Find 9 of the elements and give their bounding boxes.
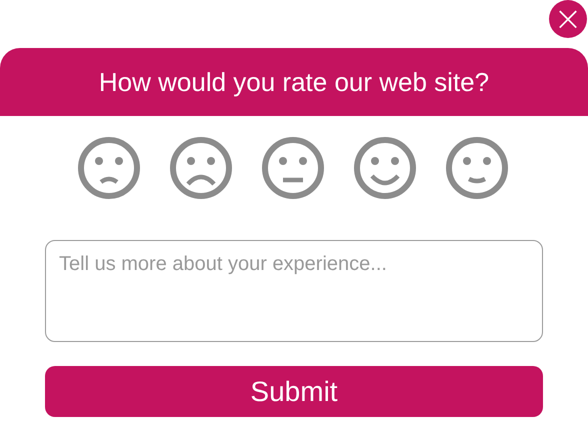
feedback-field[interactable]: Tell us more about your experience...: [45, 240, 543, 342]
submit-button[interactable]: Submit: [45, 366, 543, 417]
smile-face-icon[interactable]: [353, 136, 417, 200]
neutral-face-icon[interactable]: [261, 136, 325, 200]
smile-face-icon[interactable]: [445, 136, 509, 200]
close-button[interactable]: ×: [549, 0, 587, 38]
frown-face-icon[interactable]: [169, 136, 233, 200]
dialog-title: How would you rate our web site?: [98, 66, 490, 98]
frown-face-icon[interactable]: [77, 136, 141, 200]
